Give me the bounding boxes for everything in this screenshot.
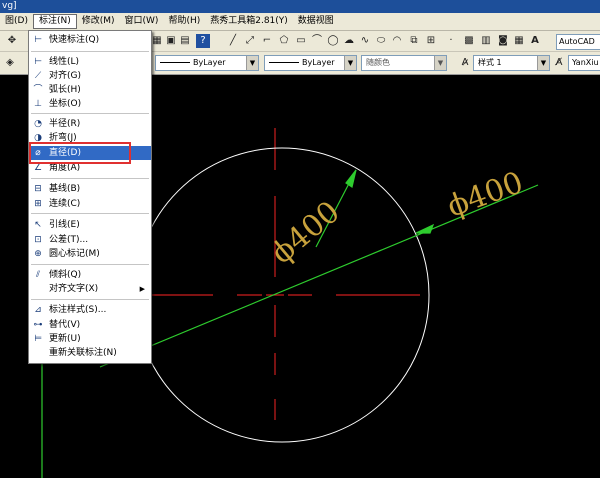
plot-style-value: 随颜色 bbox=[366, 58, 390, 67]
leader-icon: ↖ bbox=[34, 220, 42, 230]
override-icon: ⊶ bbox=[33, 320, 43, 330]
linetype-value: ByLayer bbox=[193, 58, 226, 67]
menu-item-tolerance[interactable]: ⊡ 公差(T)... bbox=[29, 233, 151, 247]
chevron-down-icon[interactable]: ▼ bbox=[434, 56, 446, 70]
line-icon[interactable]: ╱ bbox=[226, 34, 240, 48]
arc-icon[interactable]: ⌒ bbox=[310, 34, 324, 48]
update-icon: ⊨ bbox=[34, 334, 42, 344]
menu-item-reassociate[interactable]: 重新关联标注(N) bbox=[29, 346, 151, 360]
design-center-icon[interactable]: ▣ bbox=[164, 34, 178, 48]
font-value: YanXiu bbox=[572, 58, 599, 67]
menu-yanxiu-toolbox[interactable]: 燕秀工具箱2.81(Y) bbox=[205, 14, 293, 29]
hatch-icon[interactable]: ▩ bbox=[462, 34, 476, 48]
ellipse-icon[interactable]: ⬭ bbox=[374, 34, 388, 48]
menu-item-align-text[interactable]: 对齐文字(X) ▶ bbox=[29, 282, 151, 296]
menu-item-radius[interactable]: ◔ 半径(R) bbox=[29, 117, 151, 131]
arc-length-icon: ⌒ bbox=[33, 85, 43, 95]
menu-item-oblique[interactable]: ⫽ 倾斜(Q) bbox=[29, 268, 151, 282]
text-style-combo[interactable]: AutoCAD bbox=[556, 34, 600, 50]
spline-icon[interactable]: ∿ bbox=[358, 34, 372, 48]
tolerance-icon: ⊡ bbox=[34, 235, 42, 245]
dim-style-icon: ⊿ bbox=[34, 305, 42, 315]
menu-help[interactable]: 帮助(H) bbox=[163, 14, 205, 29]
gradient-icon[interactable]: ▥ bbox=[479, 34, 493, 48]
construction-line-icon[interactable]: ⤢ bbox=[243, 34, 257, 48]
revcloud-icon[interactable]: ☁ bbox=[342, 34, 356, 48]
rectangle-icon[interactable]: ▭ bbox=[294, 34, 308, 48]
style-icon: A̷ bbox=[461, 57, 469, 68]
text-style-value: AutoCAD bbox=[559, 37, 595, 46]
polygon-icon[interactable]: ⬠ bbox=[277, 34, 291, 48]
calculator-icon[interactable]: ▤ bbox=[178, 34, 192, 48]
menu-modify[interactable]: 修改(M) bbox=[77, 14, 120, 29]
menu-bar: 图(D) 标注(N) 修改(M) 窗口(W) 帮助(H) 燕秀工具箱2.81(Y… bbox=[0, 13, 600, 31]
polyline-icon[interactable]: ⌐ bbox=[260, 34, 274, 48]
plot-style-combo[interactable]: 随颜色 ▼ bbox=[361, 55, 447, 71]
menu-item-override[interactable]: ⊶ 替代(V) bbox=[29, 318, 151, 332]
make-block-icon[interactable]: ⊞ bbox=[424, 34, 438, 48]
menu-dimension[interactable]: 标注(N) bbox=[32, 14, 77, 29]
linetype-combo[interactable]: ByLayer ▼ bbox=[155, 55, 259, 71]
aligned-dim-icon: ⟋ bbox=[34, 71, 42, 81]
menu-item-quick-dim[interactable]: ⊢ 快速标注(Q) bbox=[29, 33, 151, 47]
radius-icon: ◔ bbox=[34, 119, 42, 129]
help-icon[interactable]: ? bbox=[196, 34, 210, 48]
menu-item-baseline[interactable]: ⊟ 基线(B) bbox=[29, 182, 151, 196]
menu-separator bbox=[31, 178, 149, 179]
menu-window[interactable]: 窗口(W) bbox=[120, 14, 164, 29]
menu-item-center-mark[interactable]: ⊕ 圆心标记(M) bbox=[29, 247, 151, 261]
dimension-menu: ⊢ 快速标注(Q) ⊢ 线性(L) ⟋ 对齐(G) ⌒ 弧长(H) ⊥ 坐标(O… bbox=[28, 30, 152, 364]
mtext-icon[interactable]: A bbox=[528, 34, 542, 48]
menu-item-ordinate[interactable]: ⊥ 坐标(O) bbox=[29, 97, 151, 111]
oblique-icon: ⫽ bbox=[35, 270, 40, 280]
font-combo[interactable]: YanXiu bbox=[568, 55, 600, 71]
menu-separator bbox=[31, 113, 149, 114]
menu-item-linear[interactable]: ⊢ 线性(L) bbox=[29, 55, 151, 69]
linear-dim-icon: ⊢ bbox=[34, 57, 42, 67]
chevron-down-icon[interactable]: ▼ bbox=[246, 56, 258, 70]
pan-icon[interactable]: ✥ bbox=[5, 34, 19, 48]
center-mark-icon: ⊕ bbox=[34, 249, 42, 259]
lineweight-value: ByLayer bbox=[302, 58, 335, 67]
menu-separator bbox=[31, 213, 149, 214]
lineweight-combo[interactable]: ByLayer ▼ bbox=[264, 55, 357, 71]
dim-style-combo[interactable]: 样式 1 ▼ bbox=[473, 55, 550, 71]
ellipse-arc-icon[interactable]: ◠ bbox=[390, 34, 404, 48]
continue-icon: ⊞ bbox=[34, 199, 42, 209]
baseline-icon: ⊟ bbox=[34, 184, 42, 194]
layer-icon[interactable]: ◈ bbox=[3, 56, 17, 70]
menu-draw[interactable]: 图(D) bbox=[0, 14, 33, 29]
menu-item-update[interactable]: ⊨ 更新(U) bbox=[29, 332, 151, 346]
submenu-arrow-icon: ▶ bbox=[139, 285, 145, 293]
text-font-icon: A̸ bbox=[555, 57, 563, 68]
table-icon[interactable]: ▦ bbox=[512, 34, 526, 48]
quick-dim-icon: ⊢ bbox=[34, 35, 42, 45]
dim-style-value: 样式 1 bbox=[478, 58, 502, 67]
chevron-down-icon[interactable]: ▼ bbox=[537, 56, 549, 70]
point-icon[interactable]: · bbox=[444, 34, 458, 48]
menu-data-view[interactable]: 数据视图 bbox=[293, 14, 339, 29]
highlight-annotation bbox=[29, 142, 131, 164]
menu-item-continue[interactable]: ⊞ 连续(C) bbox=[29, 197, 151, 211]
title-bar: vg] bbox=[0, 0, 600, 13]
window-title: vg] bbox=[2, 1, 17, 11]
menu-item-arc-length[interactable]: ⌒ 弧长(H) bbox=[29, 83, 151, 97]
menu-separator bbox=[31, 51, 149, 52]
chevron-down-icon[interactable]: ▼ bbox=[344, 56, 356, 70]
menu-separator bbox=[31, 299, 149, 300]
circle-icon[interactable]: ◯ bbox=[326, 34, 340, 48]
menu-separator bbox=[31, 264, 149, 265]
menu-item-leader[interactable]: ↖ 引线(E) bbox=[29, 218, 151, 232]
ordinate-icon: ⊥ bbox=[34, 99, 42, 109]
menu-item-aligned[interactable]: ⟋ 对齐(G) bbox=[29, 69, 151, 83]
properties-icon[interactable]: ▦ bbox=[150, 34, 164, 48]
region-icon[interactable]: ◙ bbox=[496, 34, 510, 48]
menu-item-dim-style[interactable]: ⊿ 标注样式(S)... bbox=[29, 303, 151, 317]
insert-block-icon[interactable]: ⧉ bbox=[407, 34, 421, 48]
